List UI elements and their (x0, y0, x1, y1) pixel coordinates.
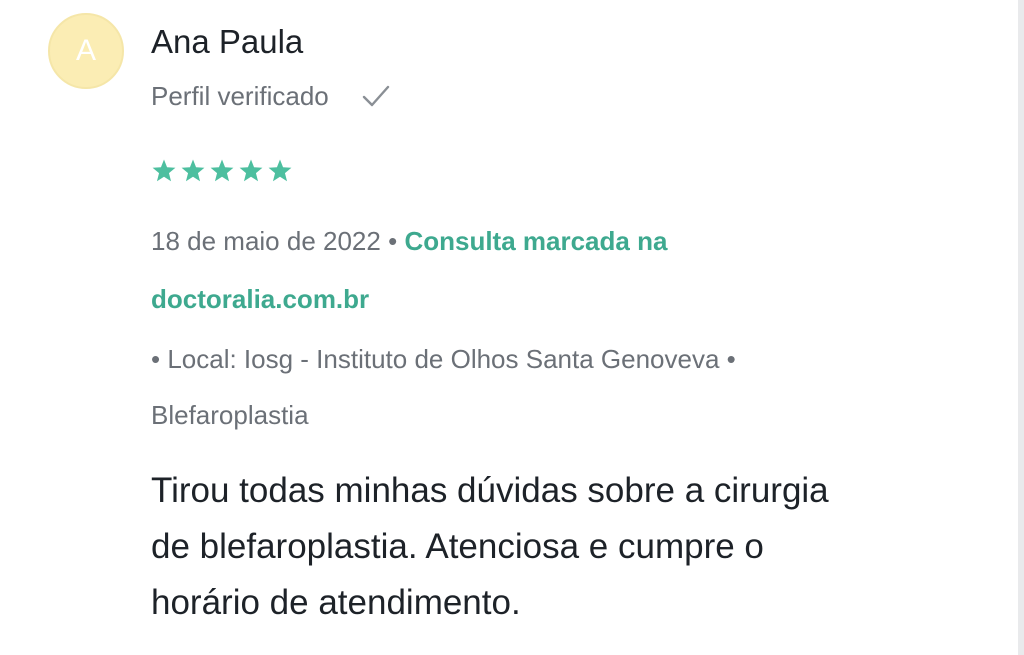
comment-line: horário de atendimento. (151, 583, 521, 622)
verified-label: Perfil verificado (151, 80, 329, 111)
star-icon (151, 158, 177, 184)
review-comment: Tirou todas minhas dúvidas sobre a cirur… (151, 463, 951, 631)
review-location: • Local: Iosg - Instituto de Olhos Santa… (151, 331, 891, 443)
star-icon (180, 158, 206, 184)
verified-profile: Perfil verificado (151, 79, 393, 113)
star-icon (267, 158, 293, 184)
check-icon (359, 79, 393, 113)
review-meta: 18 de maio de 2022 • Consulta marcada na… (151, 212, 851, 328)
booking-source-text: Consulta marcada na (404, 226, 668, 256)
review-card: A Ana Paula Perfil verificado 18 de maio… (0, 0, 1024, 655)
star-icon (209, 158, 235, 184)
rating-stars (151, 158, 293, 184)
service-name: Blefaroplastia (151, 400, 309, 430)
comment-line: Tirou todas minhas dúvidas sobre a cirur… (151, 471, 829, 510)
meta-separator: • (388, 226, 398, 256)
review-date: 18 de maio de 2022 (151, 226, 381, 256)
comment-line: de blefaroplastia. Atenciosa e cumpre o (151, 527, 764, 566)
author-name: Ana Paula (151, 23, 304, 60)
scroll-edge (1018, 0, 1024, 655)
location-text: • Local: Iosg - Instituto de Olhos Santa… (151, 344, 736, 374)
avatar-initial: A (75, 34, 96, 67)
booking-source-link[interactable]: doctoralia.com.br (151, 284, 369, 314)
avatar: A (48, 13, 124, 89)
star-icon (238, 158, 264, 184)
